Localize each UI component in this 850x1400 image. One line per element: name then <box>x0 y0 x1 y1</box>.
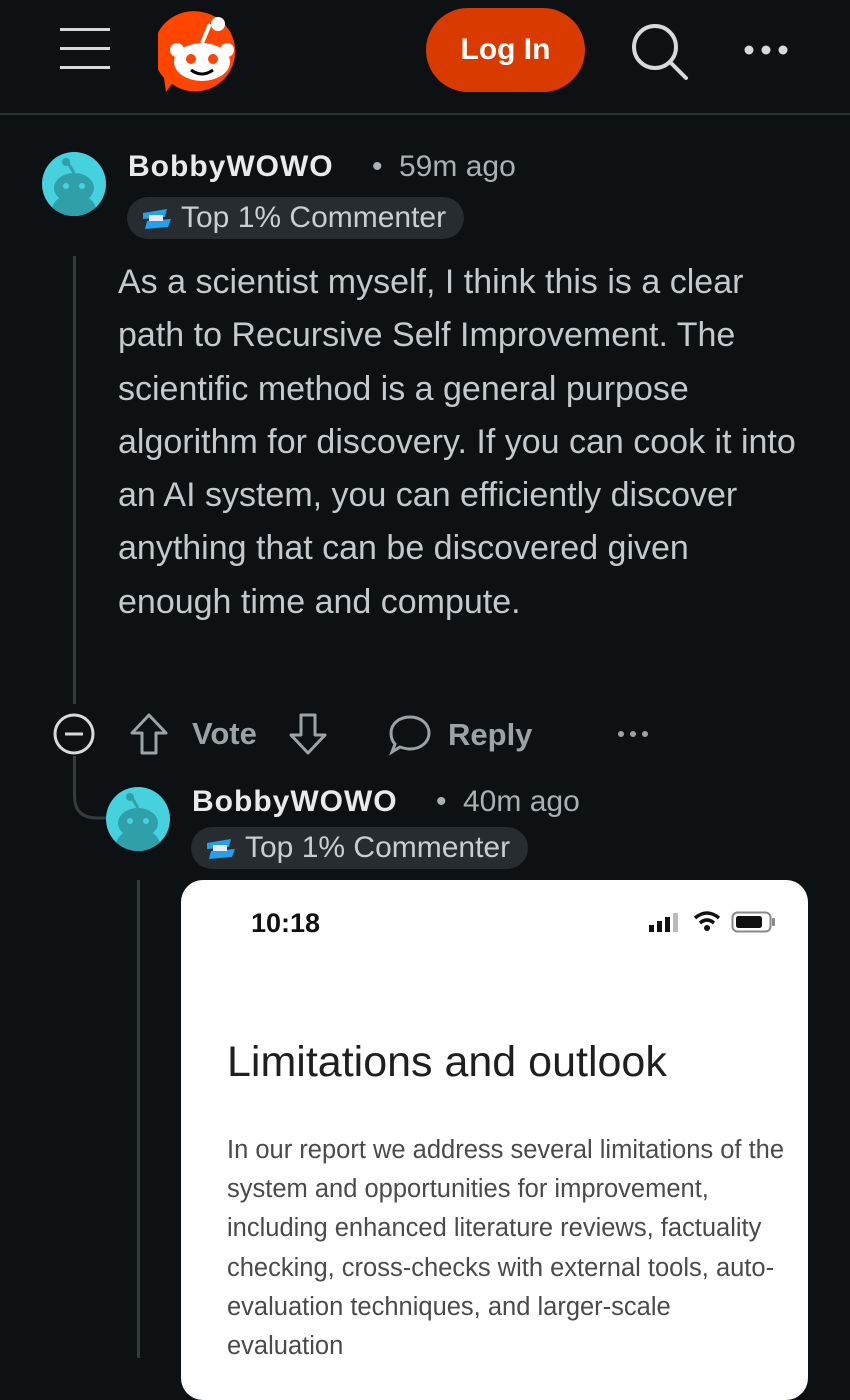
embedded-paragraph: In our report we address several limitat… <box>227 1136 785 1361</box>
thread-line[interactable] <box>137 880 140 1358</box>
more-options-icon[interactable] <box>740 28 792 72</box>
downvote-arrow-icon <box>289 713 327 755</box>
badge-label: Top 1% Commenter <box>245 831 511 864</box>
comment-username[interactable]: BobbyWOWO <box>192 785 398 819</box>
downvote-button[interactable] <box>287 711 329 757</box>
thread-line[interactable] <box>73 256 76 704</box>
commenter-badge-icon <box>143 209 171 229</box>
comment-timestamp: 40m ago <box>463 785 580 818</box>
battery-icon <box>731 911 777 938</box>
minus-circle-icon <box>53 713 95 755</box>
separator-dot: • <box>436 785 447 818</box>
avatar[interactable] <box>106 787 170 851</box>
embedded-screenshot-image[interactable]: 10:18 Limitations and outlook In our rep… <box>181 880 808 1400</box>
collapse-thread-button[interactable] <box>52 712 96 756</box>
upvote-button[interactable] <box>128 711 170 757</box>
separator-dot: • <box>372 150 383 183</box>
search-icon[interactable] <box>628 20 690 82</box>
upvote-arrow-icon <box>130 713 168 755</box>
embedded-heading: Limitations and outlook <box>227 1038 667 1086</box>
comment-timestamp: 59m ago <box>399 150 516 183</box>
status-bar-time: 10:18 <box>251 908 321 938</box>
top-bar: Log In <box>0 0 850 115</box>
top-commenter-badge: Top 1% Commenter <box>191 827 529 869</box>
reddit-logo-icon[interactable] <box>153 8 246 96</box>
reply-label: Reply <box>448 717 533 752</box>
comment-more-options-icon[interactable] <box>616 722 650 746</box>
badge-label: Top 1% Commenter <box>181 201 447 234</box>
reply-button[interactable]: Reply <box>388 714 532 756</box>
hamburger-menu-icon[interactable] <box>58 26 112 72</box>
comment-bubble-icon <box>389 715 431 756</box>
commenter-badge-icon <box>207 839 235 859</box>
signal-icon <box>649 912 681 937</box>
avatar[interactable] <box>42 152 106 216</box>
comment-username[interactable]: BobbyWOWO <box>128 150 334 184</box>
wifi-icon <box>693 910 721 937</box>
vote-label: Vote <box>192 716 257 751</box>
top-commenter-badge: Top 1% Commenter <box>127 197 465 239</box>
comment-body: As a scientist myself, I think this is a… <box>118 263 796 621</box>
log-in-button[interactable]: Log In <box>426 8 585 92</box>
